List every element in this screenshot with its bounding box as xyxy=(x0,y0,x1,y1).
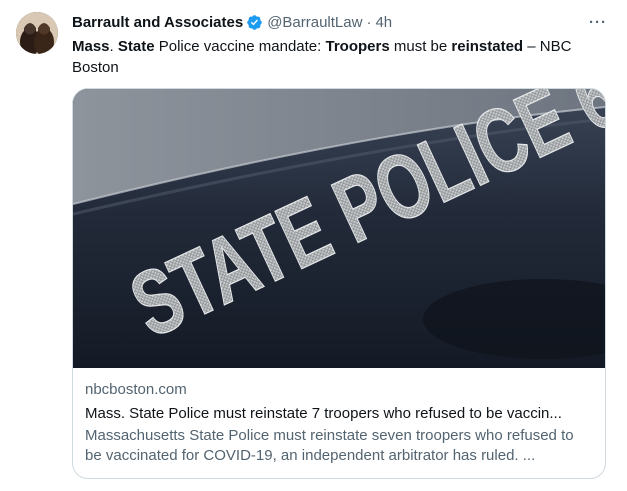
tweet-text-segment: Police vaccine mandate: xyxy=(154,38,326,55)
tweet-header: Barrault and Associates @BarraultLaw · 4… xyxy=(72,12,611,32)
tweet-text-bold-segment: reinstated xyxy=(451,38,524,55)
author-name[interactable]: Barrault and Associates xyxy=(72,14,243,31)
more-options-icon[interactable]: ··· xyxy=(585,12,611,32)
tweet-text: Mass. State Police vaccine mandate: Troo… xyxy=(72,36,612,78)
card-image[interactable]: STATE POLICE 69 xyxy=(73,89,605,368)
verified-badge-icon xyxy=(246,14,263,31)
tweet-text-bold-segment: Troopers xyxy=(325,38,390,55)
avatar-photo xyxy=(16,12,58,54)
tweet-timestamp[interactable]: 4h xyxy=(375,14,392,31)
author-handle[interactable]: @BarraultLaw xyxy=(267,14,362,31)
card-description: Massachusetts State Police must reinstat… xyxy=(85,427,574,464)
tweet-text-bold-segment: State xyxy=(117,38,155,55)
link-preview-card[interactable]: STATE POLICE 69 nbcboston.com Mass. Stat… xyxy=(72,88,606,479)
header-separator: · xyxy=(366,13,372,31)
tweet-text-bold-segment: Mass xyxy=(72,38,110,55)
tweet-text-segment: must be xyxy=(389,38,452,55)
tweet-text-segment: . xyxy=(109,38,118,55)
author-avatar[interactable] xyxy=(16,12,58,54)
card-domain: nbcboston.com xyxy=(85,381,187,398)
card-meta: nbcboston.com Mass. State Police must re… xyxy=(85,380,593,466)
card-title: Mass. State Police must reinstate 7 troo… xyxy=(85,405,562,422)
police-car-photo: STATE POLICE 69 xyxy=(73,89,605,368)
